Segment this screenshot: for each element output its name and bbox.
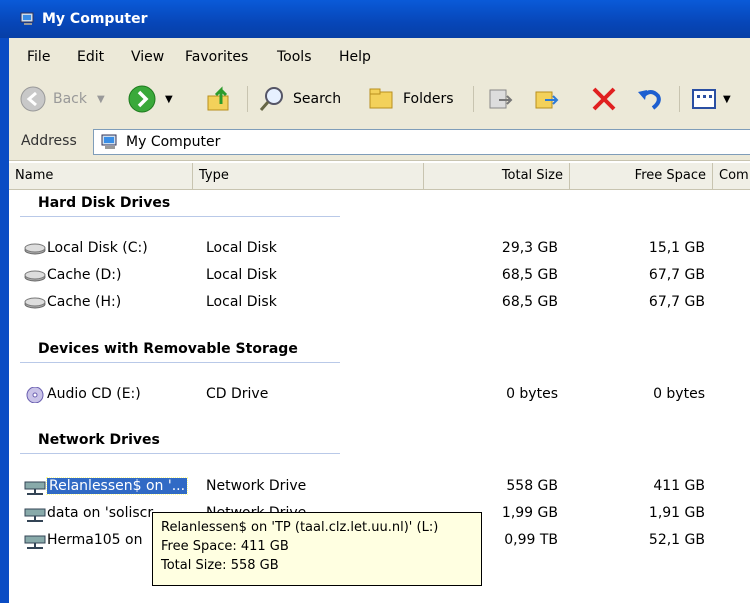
title-bar[interactable]: My Computer: [0, 0, 750, 38]
views-button[interactable]: ▼: [689, 84, 731, 114]
copy-to-button[interactable]: [531, 84, 561, 114]
group-header-removable-storage: Devices with Removable Storage: [38, 341, 298, 357]
menu-edit[interactable]: Edit: [77, 49, 104, 65]
back-button[interactable]: Back ▼: [19, 84, 105, 114]
tooltip-title: Relanlessen$ on 'TP (taal.clz.let.uu.nl)…: [161, 520, 439, 535]
group-header-network-drives: Network Drives: [38, 432, 160, 448]
move-to-button[interactable]: [485, 84, 515, 114]
up-folder-button[interactable]: [205, 84, 235, 114]
my-computer-icon: [101, 134, 117, 149]
column-header-total-size[interactable]: Total Size: [424, 163, 570, 189]
back-dropdown-icon[interactable]: ▼: [97, 94, 105, 105]
network-drive-icon: [24, 508, 46, 522]
column-header-comments[interactable]: Com: [713, 163, 750, 189]
network-drive-icon: [24, 535, 46, 549]
back-arrow-icon: [20, 86, 46, 112]
delete-button[interactable]: [589, 84, 619, 114]
group-divider: [20, 453, 340, 454]
copy-to-icon: [535, 91, 559, 109]
toolbar: Back ▼ ▼ Search Folders ▼: [9, 74, 750, 125]
forward-arrow-icon: [128, 85, 156, 113]
undo-button[interactable]: [635, 84, 665, 114]
column-header-name[interactable]: Name: [9, 163, 193, 189]
menu-bar: File Edit View Favorites Tools Help: [9, 38, 750, 75]
views-icon: [692, 89, 716, 109]
menu-view[interactable]: View: [131, 49, 164, 65]
delete-x-icon: [592, 87, 616, 111]
menu-file[interactable]: File: [27, 49, 50, 65]
menu-help[interactable]: Help: [339, 49, 371, 65]
group-divider: [20, 216, 340, 217]
move-to-icon: [489, 89, 513, 109]
group-divider: [20, 362, 340, 363]
menu-favorites[interactable]: Favorites: [185, 49, 248, 65]
drive-row[interactable]: Cache (D:) Local Disk 68,5 GB 67,7 GB: [20, 265, 720, 287]
audio-cd-icon: [26, 387, 44, 403]
forward-dropdown-icon[interactable]: ▼: [165, 94, 173, 105]
toolbar-separator: [247, 86, 248, 112]
window-frame: [0, 38, 9, 603]
drive-row[interactable]: Local Disk (C:) Local Disk 29,3 GB 15,1 …: [20, 238, 720, 260]
toolbar-separator: [679, 86, 680, 112]
address-field[interactable]: My Computer: [93, 129, 750, 155]
hard-disk-icon: [24, 270, 46, 282]
column-header-free-space[interactable]: Free Space: [570, 163, 713, 189]
undo-icon: [638, 90, 661, 110]
drive-info-tooltip: Relanlessen$ on 'TP (taal.clz.let.uu.nl)…: [152, 512, 482, 586]
up-folder-icon: [207, 86, 229, 111]
my-computer-icon: [20, 12, 34, 25]
toolbar-separator: [473, 86, 474, 112]
tooltip-free-space: Free Space: 411 GB: [161, 539, 289, 554]
hard-disk-icon: [24, 297, 46, 309]
drive-row[interactable]: Audio CD (E:) CD Drive 0 bytes 0 bytes: [20, 384, 720, 406]
column-header-type[interactable]: Type: [193, 163, 424, 189]
drive-row-selected[interactable]: Relanlessen$ on '... Network Drive 558 G…: [20, 476, 720, 498]
views-dropdown-icon[interactable]: ▼: [723, 94, 731, 105]
folders-button[interactable]: Folders: [367, 84, 454, 114]
tooltip-total-size: Total Size: 558 GB: [161, 558, 279, 573]
column-headers: Name Type Total Size Free Space Com: [9, 163, 750, 190]
network-drive-icon: [24, 481, 46, 495]
group-header-hard-disk-drives: Hard Disk Drives: [38, 195, 171, 211]
folders-icon: [369, 88, 393, 109]
forward-button[interactable]: ▼: [127, 84, 173, 114]
window-title: My Computer: [42, 11, 148, 27]
address-label: Address: [21, 133, 77, 149]
address-value: My Computer: [126, 134, 221, 150]
menu-tools[interactable]: Tools: [277, 49, 312, 65]
address-bar: Address My Computer: [9, 124, 750, 161]
hard-disk-icon: [24, 243, 46, 255]
search-button[interactable]: Search: [257, 84, 341, 114]
drive-row[interactable]: Cache (H:) Local Disk 68,5 GB 67,7 GB: [20, 292, 720, 314]
search-icon: [259, 87, 283, 111]
